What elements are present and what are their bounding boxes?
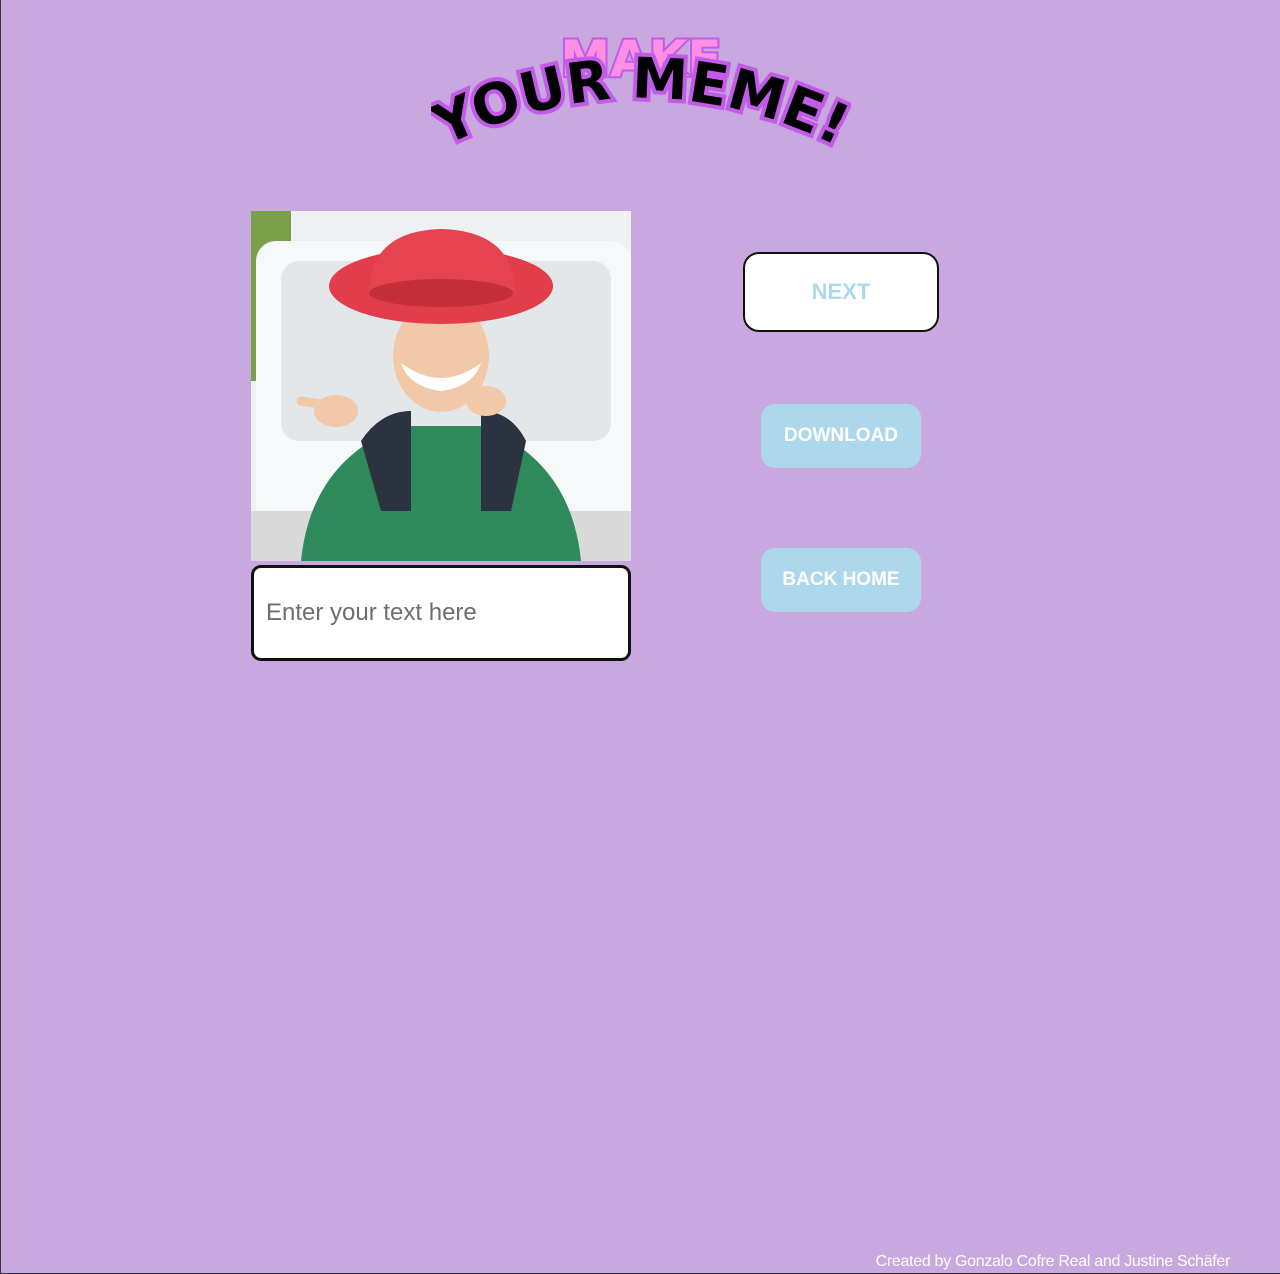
next-button[interactable]: NEXT: [743, 252, 939, 332]
meme-text-input[interactable]: [251, 565, 631, 661]
back-home-button[interactable]: BACK HOME: [761, 548, 921, 612]
svg-text:YOUR MEME!: YOUR MEME!: [431, 46, 851, 159]
meme-image: [251, 211, 631, 561]
logo-line2: YOUR MEME!: [419, 42, 863, 163]
make-your-meme-logo: MAKE YOUR MEME!: [419, 18, 863, 178]
download-button[interactable]: DOWNLOAD: [761, 404, 921, 468]
footer-credit: Created by Gonzalo Cofre Real and Justin…: [875, 1253, 1231, 1270]
